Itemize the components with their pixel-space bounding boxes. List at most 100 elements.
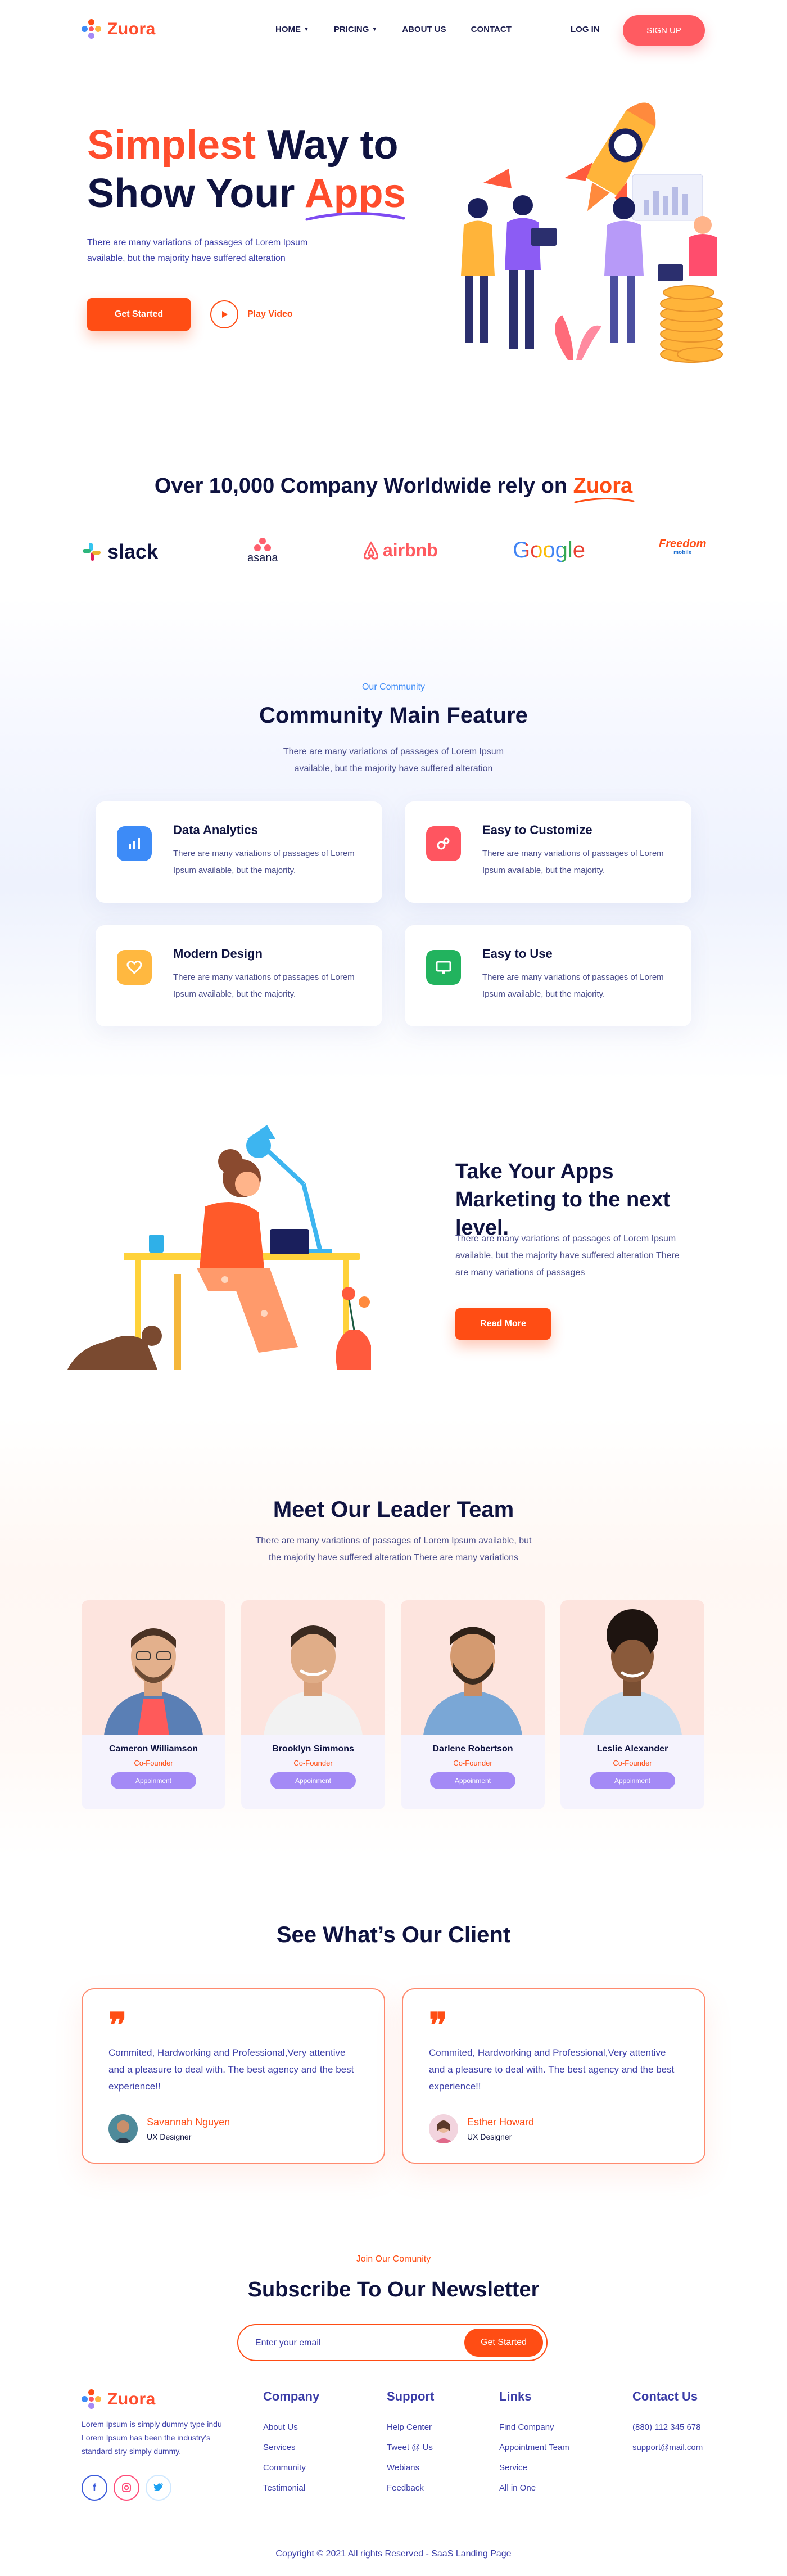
logo-subtext: mobile: [673, 550, 692, 556]
team-card: Darlene Robertson Co-Founder Appoinment: [401, 1600, 545, 1809]
features-title: Community Main Feature: [259, 703, 528, 728]
underline-swoosh-icon: [574, 497, 635, 503]
main-menu: HOME ▼ PRICING ▼ ABOUT US CONTACT: [275, 25, 512, 34]
footer-col-list: Find Company Appointment Team Service Al…: [499, 2417, 569, 2498]
appointment-button[interactable]: Appoinment: [590, 1772, 675, 1789]
logo-text: Freedom: [659, 538, 707, 550]
team-card: Brooklyn Simmons Co-Founder Appoinment: [241, 1600, 385, 1809]
appointment-button[interactable]: Appoinment: [270, 1772, 356, 1789]
hero-title-text: Way to: [256, 123, 399, 168]
heart-icon: [117, 950, 152, 985]
testimonial-text: Commited, Hardworking and Professional,V…: [108, 2047, 354, 2092]
nav-item-about[interactable]: ABOUT US: [402, 25, 446, 34]
avatar: [560, 1600, 704, 1735]
logo-text: airbnb: [383, 540, 438, 560]
feature-card-data-analytics[interactable]: Data Analytics There are many variations…: [96, 801, 382, 903]
logo-text: Google: [513, 538, 585, 562]
feature-card-customize[interactable]: Easy to Customize There are many variati…: [405, 801, 691, 903]
nav-item-pricing[interactable]: PRICING ▼: [334, 25, 377, 34]
appointment-button[interactable]: Appoinment: [111, 1772, 196, 1789]
footer-col-list: Help Center Tweet @ Us Webians Feedback: [387, 2417, 433, 2498]
hero-title: Simplest Way to Show Your Apps: [87, 121, 406, 221]
avatar: [82, 1600, 225, 1735]
newsletter-eyebrow: Join Our Comunity: [356, 2254, 431, 2264]
nav-item-home[interactable]: HOME ▼: [275, 25, 309, 34]
gears-icon: [426, 826, 461, 861]
monitor-icon: [426, 950, 461, 985]
footer-col-title: Links: [499, 2389, 532, 2403]
footer-link[interactable]: Help Center: [387, 2417, 433, 2438]
logo-slack: slack: [82, 540, 158, 564]
login-link[interactable]: LOG IN: [571, 25, 600, 34]
footer-link[interactable]: Tweet @ Us: [387, 2438, 433, 2458]
member-name: Leslie Alexander: [596, 1744, 668, 1754]
member-name: Darlene Robertson: [432, 1744, 513, 1754]
footer-link[interactable]: Testimonial: [263, 2478, 306, 2498]
avatar: [108, 2114, 138, 2143]
testimonial-card: ❞ Commited, Hardworking and Professional…: [82, 1988, 385, 2164]
member-role: Co-Founder: [293, 1759, 333, 1767]
nav-label: PRICING: [333, 25, 369, 34]
email-input[interactable]: [255, 2336, 458, 2350]
footer-col-list: (880) 112 345 678 support@mail.com: [632, 2417, 703, 2458]
hero-description: There are many variations of passages of…: [87, 238, 308, 263]
footer-link[interactable]: Service: [499, 2458, 569, 2478]
footer-link[interactable]: Feedback: [387, 2478, 433, 2498]
footer-link[interactable]: Find Company: [499, 2417, 569, 2438]
nav-item-contact[interactable]: CONTACT: [471, 25, 512, 34]
footer-logo[interactable]: Zuora: [82, 2389, 156, 2410]
footer-link[interactable]: Services: [263, 2438, 306, 2458]
marketing-title: Take Your Apps Marketing to the next lev…: [455, 1160, 671, 1240]
airbnb-icon: [364, 541, 378, 560]
read-more-button[interactable]: Read More: [455, 1308, 551, 1340]
testimonial-text: Commited, Hardworking and Professional,V…: [429, 2047, 675, 2092]
testimonial-card: ❞ Commited, Hardworking and Professional…: [402, 1988, 705, 2164]
member-name: Cameron Williamson: [108, 1744, 198, 1754]
top-navbar: Zuora HOME ▼ PRICING ▼ ABOUT US CONTACT LO…: [0, 0, 787, 62]
feature-description: There are many variations of passages of…: [173, 972, 355, 999]
footer-col-title: Company: [263, 2389, 320, 2403]
footer-col-title: Support: [387, 2389, 435, 2403]
feature-description: There are many variations of passages of…: [482, 972, 664, 999]
hero-title-text: Show Your: [87, 171, 305, 216]
feature-title: Easy to Use: [482, 947, 553, 961]
features-eyebrow: Our Community: [361, 682, 426, 692]
play-video-button[interactable]: Play Video: [210, 300, 293, 328]
signup-button[interactable]: SIGN UP: [623, 15, 705, 46]
logo-text: asana: [247, 552, 278, 564]
play-video-label: Play Video: [247, 309, 293, 319]
footer-phone[interactable]: (880) 112 345 678: [632, 2417, 703, 2438]
footer-email[interactable]: support@mail.com: [632, 2438, 703, 2458]
feature-card-modern-design[interactable]: Modern Design There are many variations …: [96, 925, 382, 1026]
footer-link[interactable]: Appointment Team: [499, 2438, 569, 2458]
copyright-text: Copyright © 2021 All rights Reserved - S…: [275, 2549, 512, 2559]
instagram-icon[interactable]: [114, 2475, 139, 2501]
team-title: Meet Our Leader Team: [273, 1497, 514, 1522]
newsletter-submit-button[interactable]: Get Started: [464, 2329, 543, 2357]
footer-link[interactable]: Community: [263, 2458, 306, 2478]
feature-description: There are many variations of passages of…: [173, 849, 355, 875]
nav-label: ABOUT US: [402, 25, 446, 34]
header-logo[interactable]: Zuora: [82, 19, 156, 39]
desk-illustration: [67, 1125, 371, 1370]
footer-link[interactable]: Webians: [387, 2458, 433, 2478]
team-card: Cameron Williamson Co-Founder Appoinment: [82, 1600, 225, 1809]
logo-text: Zuora: [107, 2390, 156, 2408]
logo-text: Zuora: [107, 20, 156, 38]
logo-asana: asana: [247, 537, 278, 565]
get-started-button[interactable]: Get Started: [87, 298, 191, 331]
underline-swoosh-icon: [305, 212, 405, 221]
footer-link[interactable]: About Us: [263, 2417, 306, 2438]
testimonial-role: UX Designer: [147, 2132, 192, 2141]
member-role: Co-Founder: [613, 1759, 652, 1767]
twitter-icon[interactable]: [146, 2475, 171, 2501]
facebook-icon[interactable]: f: [82, 2475, 107, 2501]
nav-label: CONTACT: [471, 25, 512, 34]
logo-google: Google: [513, 538, 585, 563]
feature-card-easy-to-use[interactable]: Easy to Use There are many variations of…: [405, 925, 691, 1026]
feature-description: There are many variations of passages of…: [482, 849, 664, 875]
footer-link[interactable]: All in One: [499, 2478, 569, 2498]
nav-label: HOME: [275, 25, 301, 34]
appointment-button[interactable]: Appoinment: [430, 1772, 515, 1789]
feature-title: Easy to Customize: [482, 823, 592, 837]
